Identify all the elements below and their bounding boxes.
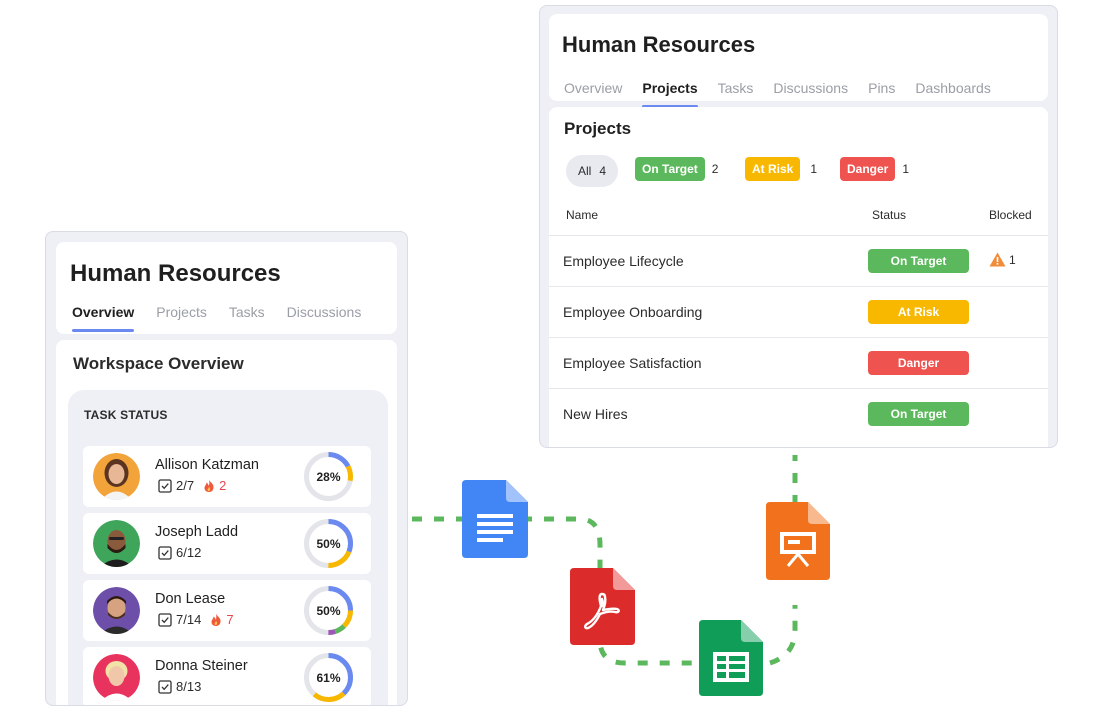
checkbox-icon (158, 545, 172, 560)
right-tabs: Overview Projects Tasks Discussions Pins… (564, 80, 991, 108)
pdf-icon (570, 568, 635, 645)
filter-label: All (577, 164, 592, 178)
checkbox-icon (158, 612, 172, 627)
filter-count: 1 (810, 162, 818, 176)
tab-tasks[interactable]: Tasks (229, 304, 265, 320)
filter-at-risk-button[interactable]: At Risk 1 (745, 157, 817, 181)
section-title: Projects (564, 119, 632, 138)
tab-pins[interactable]: Pins (868, 80, 895, 96)
warning-icon (989, 252, 1006, 267)
tab-tasks[interactable]: Tasks (718, 80, 754, 96)
column-header-blocked[interactable]: Blocked (989, 208, 1032, 222)
person-row[interactable]: Donna Steiner 8/13 61% (83, 647, 371, 705)
project-name: New Hires (563, 406, 628, 422)
workspace-overview-panel: Workspace Overview TASK STATUS Allison K… (56, 340, 397, 705)
right-header-panel: Human Resources Overview Projects Tasks … (549, 14, 1048, 108)
task-count: 8/13 (176, 679, 202, 694)
filter-label: Danger (840, 157, 896, 181)
tab-overview[interactable]: Overview (72, 304, 135, 332)
person-stats: 7/14 7 (158, 612, 234, 627)
checkbox-icon (158, 478, 172, 493)
status-badge: On Target (868, 249, 969, 273)
blocked-count: 1 (1009, 252, 1016, 267)
progress-percent: 50% (316, 603, 341, 618)
blocked-indicator: 1 (989, 252, 1016, 267)
filter-count: 1 (902, 162, 910, 176)
overdue-count: 2 (219, 478, 227, 493)
filter-label: On Target (635, 157, 705, 181)
project-name: Employee Onboarding (563, 304, 703, 320)
left-header-panel: Human Resources Overview Projects Tasks … (56, 242, 397, 334)
table-row[interactable]: Employee Lifecycle On Target 1 (549, 235, 1048, 286)
person-name: Joseph Ladd (155, 524, 239, 540)
avatar (93, 453, 140, 500)
fire-icon (211, 613, 221, 626)
tab-discussions[interactable]: Discussions (773, 80, 848, 96)
page-title: Human Resources (562, 32, 756, 57)
filter-count: 4 (599, 164, 607, 178)
tab-discussions[interactable]: Discussions (287, 304, 362, 320)
person-name: Allison Katzman (155, 457, 259, 473)
filter-on-target-button[interactable]: On Target 2 (635, 157, 718, 181)
task-count: 6/12 (176, 545, 202, 560)
person-stats: 2/7 2 (158, 478, 226, 493)
avatar (93, 520, 140, 567)
page-title: Human Resources (70, 260, 281, 287)
overdue-count: 7 (226, 612, 234, 627)
task-status-label: TASK STATUS (84, 408, 168, 422)
project-name: Employee Lifecycle (563, 253, 684, 269)
person-row[interactable]: Joseph Ladd 6/12 50% (83, 513, 371, 574)
avatar (93, 587, 140, 634)
fire-icon (204, 479, 214, 492)
table-row[interactable]: Employee Satisfaction Danger (549, 337, 1048, 388)
progress-percent: 50% (316, 536, 341, 551)
progress-percent: 61% (316, 670, 341, 685)
right-workspace-card: Human Resources Overview Projects Tasks … (539, 5, 1058, 448)
task-count: 2/7 (176, 478, 195, 493)
tab-projects[interactable]: Projects (642, 80, 698, 108)
projects-panel: Projects All 4 On Target 2 At Risk 1 Dan… (549, 107, 1048, 447)
person-stats: 8/13 (158, 679, 201, 694)
person-row[interactable]: Don Lease 7/14 7 50% (83, 580, 371, 641)
filter-count: 2 (711, 162, 719, 176)
person-name: Donna Steiner (155, 658, 248, 674)
column-header-name[interactable]: Name (566, 208, 598, 222)
person-row[interactable]: Allison Katzman 2/7 2 28% (83, 446, 371, 507)
filter-label: At Risk (745, 157, 801, 181)
column-header-status[interactable]: Status (872, 208, 906, 222)
filter-danger-button[interactable]: Danger 1 (840, 157, 909, 181)
table-row[interactable]: Employee Onboarding At Risk (549, 286, 1048, 337)
task-status-box: TASK STATUS Allison Katzman 2/7 2 28% Jo… (68, 390, 388, 705)
tab-dashboards[interactable]: Dashboards (915, 80, 991, 96)
left-tabs: Overview Projects Tasks Discussions (72, 304, 362, 332)
tab-overview[interactable]: Overview (564, 80, 622, 96)
tab-projects[interactable]: Projects (156, 304, 207, 320)
google-sheets-icon (699, 620, 763, 696)
person-name: Don Lease (155, 591, 226, 607)
status-badge: On Target (868, 402, 969, 426)
section-title: Workspace Overview (73, 354, 244, 373)
google-slides-icon (766, 502, 830, 580)
google-docs-icon (462, 480, 528, 558)
status-badge: At Risk (868, 300, 969, 324)
project-name: Employee Satisfaction (563, 355, 702, 371)
checkbox-icon (158, 679, 172, 694)
progress-percent: 28% (316, 469, 341, 484)
filter-all-button[interactable]: All 4 (566, 155, 618, 187)
table-row[interactable]: New Hires On Target (549, 388, 1048, 439)
avatar (93, 654, 140, 701)
task-count: 7/14 (176, 612, 202, 627)
left-workspace-card: Human Resources Overview Projects Tasks … (45, 231, 408, 706)
person-stats: 6/12 (158, 545, 201, 560)
status-badge: Danger (868, 351, 969, 375)
